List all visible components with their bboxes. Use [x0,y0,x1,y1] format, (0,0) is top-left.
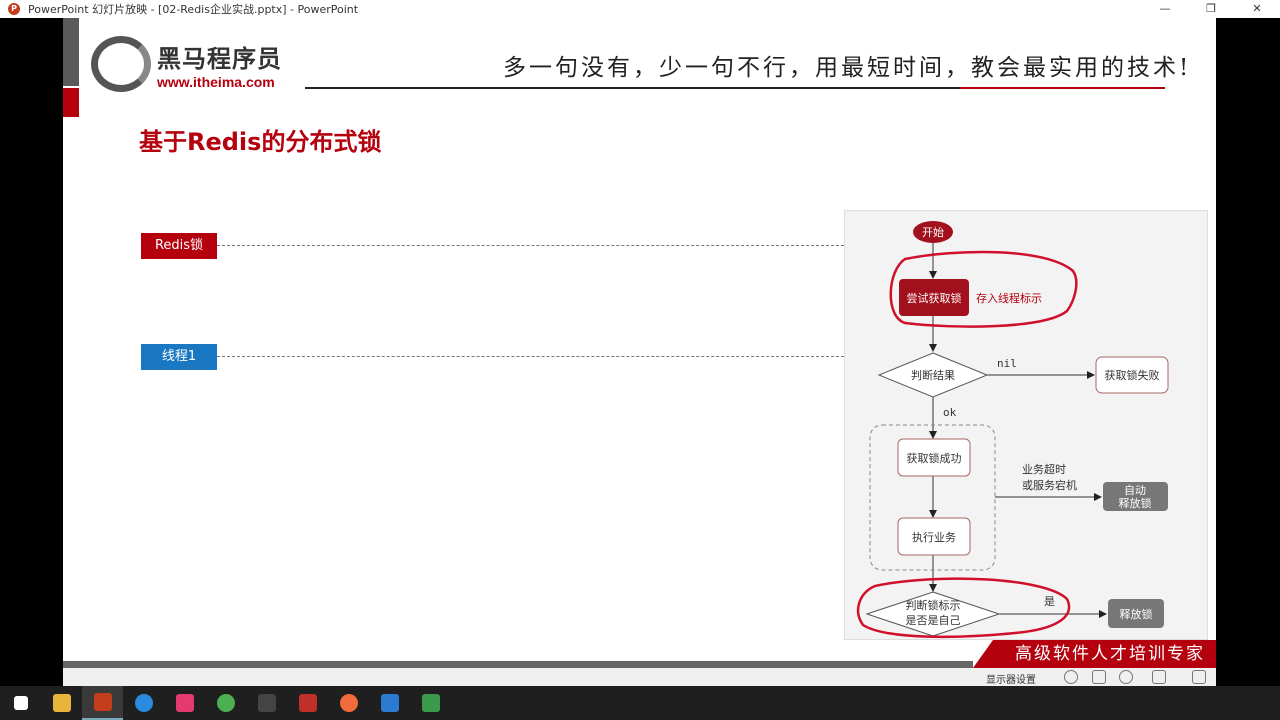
footer-banner: 高级软件人才培训专家 [973,640,1216,668]
auto-release-label-2: 释放锁 [1119,496,1152,510]
judge-label: 判断结果 [911,368,955,382]
thread-lifeline [217,356,844,357]
taskbar-terminal[interactable] [246,686,287,720]
check-label-2: 是否是自己 [906,614,961,627]
intellij-icon [175,694,194,712]
windows-icon [13,696,28,710]
powerpoint-icon: P [8,3,20,15]
view-icon[interactable] [1152,670,1166,684]
thread1-tag: 线程1 [141,344,217,370]
timeout-label-2: 或服务宕机 [1022,478,1077,492]
taskbar-redis[interactable] [287,686,328,720]
yes-label: 是 [1044,595,1055,608]
taskbar-chrome[interactable] [205,686,246,720]
flowchart: 开始 尝试获取锁 存入线程标示 判断结果 nil 获取锁失败 ok 获取锁成功 … [844,210,1208,640]
folder-icon [52,694,71,712]
taskbar-screen[interactable] [410,686,451,720]
display-settings-button[interactable]: 显示器设置 [986,671,1036,686]
start-label: 开始 [922,225,944,239]
horse-logo-icon [91,36,151,92]
success-label: 获取锁成功 [907,451,962,465]
taskbar-powerpoint[interactable] [82,686,123,720]
taskbar-explorer[interactable] [41,686,82,720]
screen-icon [421,694,440,712]
minimize-button[interactable]: — [1142,0,1188,18]
decor-bar-gray [63,18,79,86]
reading-view-icon[interactable] [1192,670,1206,684]
postman-icon [339,694,358,712]
chrome-icon [216,694,235,712]
vscode-icon [380,694,399,712]
app-icon [134,694,153,712]
decor-bar-red [63,88,79,117]
terminal-icon [257,694,276,712]
slide-title: 基于Redis的分布式锁 [139,128,382,156]
fail-label: 获取锁失败 [1105,368,1160,382]
maximize-button[interactable]: ❐ [1188,0,1234,18]
slogan: 多一句没有，少一句不行，用最短时间，教会最实用的技术! [503,55,1192,81]
taskbar-vscode[interactable] [369,686,410,720]
auto-release-label-1: 自动 [1124,484,1146,497]
start-button[interactable] [0,686,41,720]
taskbar-app[interactable] [123,686,164,720]
ok-label: ok [943,406,957,419]
exec-label: 执行业务 [912,530,956,544]
timeout-label-1: 业务超时 [1022,462,1066,476]
next-icon[interactable] [1119,670,1133,684]
logo-url: www.itheima.com [157,73,275,90]
try-lock-label: 尝试获取锁 [907,291,962,305]
powerpoint-icon [93,693,112,711]
slide[interactable]: 黑马程序员 www.itheima.com 多一句没有，少一句不行，用最短时间，… [63,18,1216,668]
window-title: PowerPoint 幻灯片放映 - [02-Redis企业实战.pptx] -… [28,3,359,16]
taskbar-intellij[interactable] [164,686,205,720]
divider-red [960,87,1165,89]
slideshow-status-bar: 显示器设置 [63,668,1216,686]
title-bar: P PowerPoint 幻灯片放映 - [02-Redis企业实战.pptx]… [0,0,1280,18]
slides-icon[interactable] [1092,670,1106,684]
taskbar-postman[interactable] [328,686,369,720]
release-label: 释放锁 [1120,607,1153,621]
redis-lock-tag: Redis锁 [141,233,217,259]
logo: 黑马程序员 www.itheima.com [91,36,282,92]
close-button[interactable]: ✕ [1234,0,1280,18]
previous-icon[interactable] [1064,670,1078,684]
store-note: 存入线程标示 [976,291,1042,305]
nil-label: nil [997,357,1017,370]
footer-bar [63,661,973,668]
check-label-1: 判断锁标示 [906,598,961,612]
taskbar [0,686,1280,720]
redis-icon [298,694,317,712]
logo-name: 黑马程序员 [157,44,282,73]
redis-lifeline [217,245,844,246]
